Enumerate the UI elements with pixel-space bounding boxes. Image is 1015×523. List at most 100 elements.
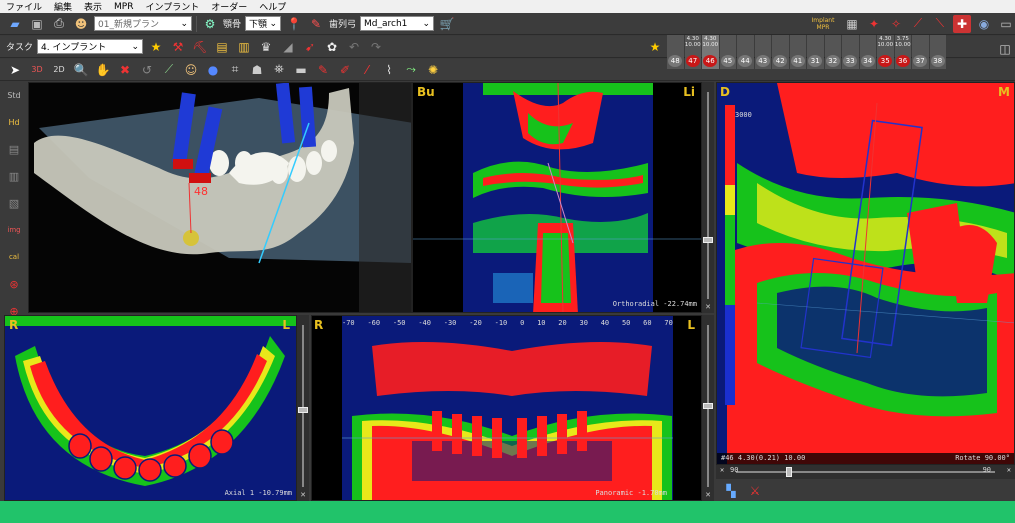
skull-icon[interactable]: ☗	[248, 61, 266, 79]
hand-icon[interactable]: ✋	[94, 61, 112, 79]
pin-edit-icon[interactable]: ✎	[307, 15, 325, 33]
save-icon[interactable]: ▣	[28, 15, 46, 33]
orthoradial-view[interactable]: Bu Li Orthoradial -22.74mm	[412, 82, 702, 313]
brush-icon[interactable]: ✎	[314, 61, 332, 79]
face-icon[interactable]: ☺	[182, 61, 200, 79]
slider-thumb[interactable]	[786, 467, 792, 477]
tooth-41[interactable]: 41	[789, 35, 806, 69]
folder-icon[interactable]: ▤	[213, 38, 231, 56]
measure-icon[interactable]: ⟋	[160, 61, 178, 79]
std-view-icon[interactable]: Std	[3, 84, 25, 106]
settings-icon[interactable]: ◫	[996, 40, 1014, 58]
scan-icon[interactable]: ⌗	[226, 61, 244, 79]
implant-red4-icon[interactable]: ⟍	[931, 15, 949, 33]
task-select[interactable]: 4. インプラント ⌄	[37, 39, 144, 54]
tooth-43[interactable]: 43	[754, 35, 771, 69]
plan-settings-icon[interactable]: ⚙	[201, 15, 219, 33]
line-icon[interactable]: ⁄	[358, 61, 376, 79]
slider-thumb[interactable]	[703, 237, 713, 243]
hd-view-icon[interactable]: Hd	[3, 111, 25, 133]
panoramic-slider[interactable]: ✕	[702, 315, 714, 501]
menu-view[interactable]: 表示	[84, 0, 102, 13]
lifebuoy-icon[interactable]: ⊛	[3, 273, 25, 295]
star-icon[interactable]: ★	[646, 38, 664, 56]
plan-select[interactable]: 01_新規プラン ⌄	[94, 16, 192, 31]
zoom-icon[interactable]: 🔍	[72, 61, 90, 79]
axial-slider[interactable]: ✕	[297, 315, 309, 501]
tooth-32[interactable]: 32	[824, 35, 841, 69]
import-icon[interactable]: ▥	[3, 165, 25, 187]
implant-red-icon[interactable]: ✦	[865, 15, 883, 33]
pen-icon[interactable]: ✐	[336, 61, 354, 79]
menu-edit[interactable]: 編集	[54, 0, 72, 13]
pin-red-icon[interactable]: ➹	[301, 38, 319, 56]
camera-icon[interactable]: ◉	[975, 15, 993, 33]
tooth-46[interactable]: 4.30 10.00 46	[702, 35, 719, 69]
tooth-33[interactable]: 33	[842, 35, 859, 69]
folder2-icon[interactable]: ▥	[235, 38, 253, 56]
color-table-icon[interactable]: ▚	[722, 482, 740, 500]
magic-icon[interactable]: ✺	[424, 61, 442, 79]
first-aid-icon[interactable]: ✚	[953, 14, 971, 33]
implant-red3-icon[interactable]: ⟋	[909, 15, 927, 33]
tooth-icon[interactable]: ✿	[323, 38, 341, 56]
tooth-34[interactable]: 34	[859, 35, 876, 69]
tooth-38[interactable]: 38	[929, 35, 946, 69]
slider-thumb[interactable]	[298, 407, 308, 413]
arch-select[interactable]: Md_arch1 ⌄	[360, 16, 435, 31]
implant-red2-icon[interactable]: ✧	[887, 15, 905, 33]
display-icon[interactable]: ▭	[997, 15, 1015, 33]
menu-implant[interactable]: インプラント	[146, 0, 200, 13]
crown-icon[interactable]: ♛	[257, 38, 275, 56]
tooth-31[interactable]: 31	[807, 35, 824, 69]
tooth-36[interactable]: 3.75 10.00 36	[894, 35, 911, 69]
lamp-icon[interactable]: ⛯	[270, 61, 288, 79]
reset-icon[interactable]: ↺	[138, 61, 156, 79]
star-icon[interactable]: ★	[147, 38, 165, 56]
implant-add-icon[interactable]: ⛏	[191, 38, 209, 56]
folder-icon[interactable]: ▤	[3, 138, 25, 160]
view-layout-icon[interactable]: ▦	[843, 15, 861, 33]
tooth-37[interactable]: 37	[912, 35, 929, 69]
tooth-48[interactable]: 48	[667, 35, 684, 69]
menu-mpr[interactable]: MPR	[114, 2, 133, 12]
orthoradial-slider[interactable]: ✕	[702, 82, 714, 313]
tooth-42[interactable]: 42	[772, 35, 789, 69]
cart-icon[interactable]: 🛒	[438, 15, 456, 33]
crosshair-icon[interactable]: ✖	[116, 61, 134, 79]
cross-section-view[interactable]: D M 3000 #46 4.30(0.21) 10.00 Rotate 90.…	[716, 82, 1015, 465]
calendar-icon[interactable]: cal	[3, 246, 25, 268]
pin-icon[interactable]: 📍	[285, 15, 303, 33]
rotation-slider[interactable]: 90 90 ✕ ✕	[716, 465, 1015, 479]
menu-order[interactable]: オーダー	[211, 0, 247, 13]
tooth-35[interactable]: 4.30 10.00 35	[877, 35, 894, 69]
undo-icon[interactable]: ↶	[345, 38, 363, 56]
nerve-icon[interactable]: ⌇	[380, 61, 398, 79]
open-folder-icon[interactable]: ▰	[6, 15, 24, 33]
sphere-icon[interactable]: ●	[204, 61, 222, 79]
image-icon[interactable]: img	[3, 219, 25, 241]
pan-2d-icon[interactable]: 2D	[50, 61, 68, 79]
print-icon[interactable]: ⎙	[50, 15, 68, 33]
slider-thumb[interactable]	[703, 403, 713, 409]
axial-view[interactable]: R L Axial 1 -10.79mm	[4, 315, 297, 501]
path-icon[interactable]: ⤳	[402, 61, 420, 79]
rotate-3d-icon[interactable]: 3D	[28, 61, 46, 79]
tooth-45[interactable]: 45	[719, 35, 736, 69]
menu-file[interactable]: ファイル	[6, 0, 42, 13]
pointer-icon[interactable]: ➤	[6, 61, 24, 79]
panoramic-view[interactable]: -70 -60 -50 -40 -30 -20 -10 0 10 20 30 40 50 60 70 R L…	[311, 315, 702, 501]
jaw-select[interactable]: 下顎 ⌄	[245, 16, 282, 31]
monitor-icon[interactable]: ▬	[292, 61, 310, 79]
menu-help[interactable]: ヘルプ	[259, 0, 286, 13]
implant-tool-icon[interactable]: ⚒	[169, 38, 187, 56]
export-icon[interactable]: ▧	[3, 192, 25, 214]
patient-icon[interactable]: ☻	[72, 15, 90, 33]
implant-cross-icon[interactable]: ⚔	[746, 482, 764, 500]
tooth-47[interactable]: 4.30 10.00 47	[684, 35, 701, 69]
3d-view[interactable]: 48	[28, 82, 412, 313]
tooth-44[interactable]: 44	[737, 35, 754, 69]
bracket-icon[interactable]: ◢	[279, 38, 297, 56]
redo-icon[interactable]: ↷	[367, 38, 385, 56]
implant-mpr-icon[interactable]: Implant MPR	[807, 15, 839, 33]
